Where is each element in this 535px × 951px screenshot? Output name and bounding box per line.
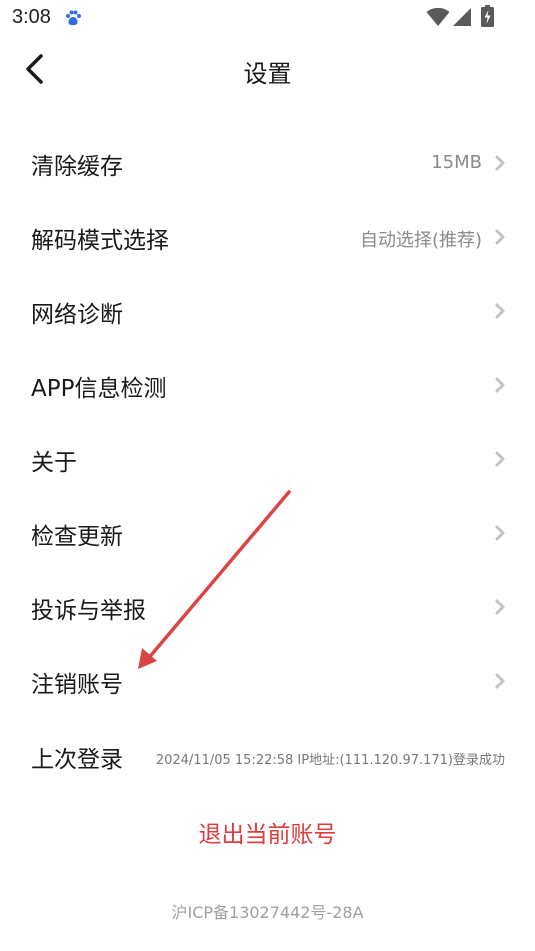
decode-mode-value: 自动选择(推荐) <box>359 230 482 251</box>
icp-footer: 沪ICP备13027442号-28A <box>171 903 364 922</box>
setting-label: 检查更新 <box>31 524 123 550</box>
setting-label: 关于 <box>31 450 77 476</box>
header: 设置 <box>0 40 535 102</box>
chevron-right-icon <box>495 229 505 245</box>
chevron-right-icon <box>495 673 505 689</box>
setting-label: 投诉与举报 <box>31 598 146 624</box>
status-bar: 3:08 <box>0 0 535 36</box>
chevron-right-icon <box>495 303 505 319</box>
cache-size-value: 15MB <box>431 152 482 173</box>
last-login-row: 上次登录 2024/11/05 15:22:58 IP地址:(111.120.9… <box>0 719 535 793</box>
setting-label: 清除缓存 <box>31 154 123 180</box>
settings-list: 清除缓存 15MB 解码模式选择 自动选择(推荐) 网络诊断 APP信息检测 关… <box>0 127 535 719</box>
signal-icon <box>453 8 471 26</box>
page-title: 设置 <box>243 60 292 88</box>
chevron-right-icon <box>495 599 505 615</box>
status-time: 3:08 <box>12 6 51 28</box>
logout-button[interactable]: 退出当前账号 <box>0 815 535 855</box>
setting-complaint-report[interactable]: 投诉与举报 <box>0 571 535 645</box>
setting-about[interactable]: 关于 <box>0 423 535 497</box>
chevron-right-icon <box>495 377 505 393</box>
setting-decode-mode[interactable]: 解码模式选择 自动选择(推荐) <box>0 201 535 275</box>
last-login-label: 上次登录 <box>31 747 123 773</box>
battery-charging-icon <box>481 5 494 27</box>
chevron-right-icon <box>495 451 505 467</box>
setting-delete-account[interactable]: 注销账号 <box>0 645 535 719</box>
setting-label: 网络诊断 <box>31 302 123 328</box>
setting-app-info-check[interactable]: APP信息检测 <box>0 349 535 423</box>
wifi-icon <box>426 7 450 26</box>
setting-label: APP信息检测 <box>31 376 167 402</box>
settings-screen: 3:08 设置 清除缓存 15MB 解码模式选择 自动选择(推荐) 网络诊断 A… <box>0 0 535 951</box>
baidu-paw-icon <box>66 10 81 26</box>
setting-label: 解码模式选择 <box>31 228 169 254</box>
setting-network-diagnosis[interactable]: 网络诊断 <box>0 275 535 349</box>
chevron-right-icon <box>495 155 505 171</box>
setting-clear-cache[interactable]: 清除缓存 15MB <box>0 127 535 201</box>
setting-check-update[interactable]: 检查更新 <box>0 497 535 571</box>
last-login-info: 2024/11/05 15:22:58 IP地址:(111.120.97.171… <box>155 753 505 768</box>
chevron-right-icon <box>495 525 505 541</box>
setting-label: 注销账号 <box>31 672 123 698</box>
